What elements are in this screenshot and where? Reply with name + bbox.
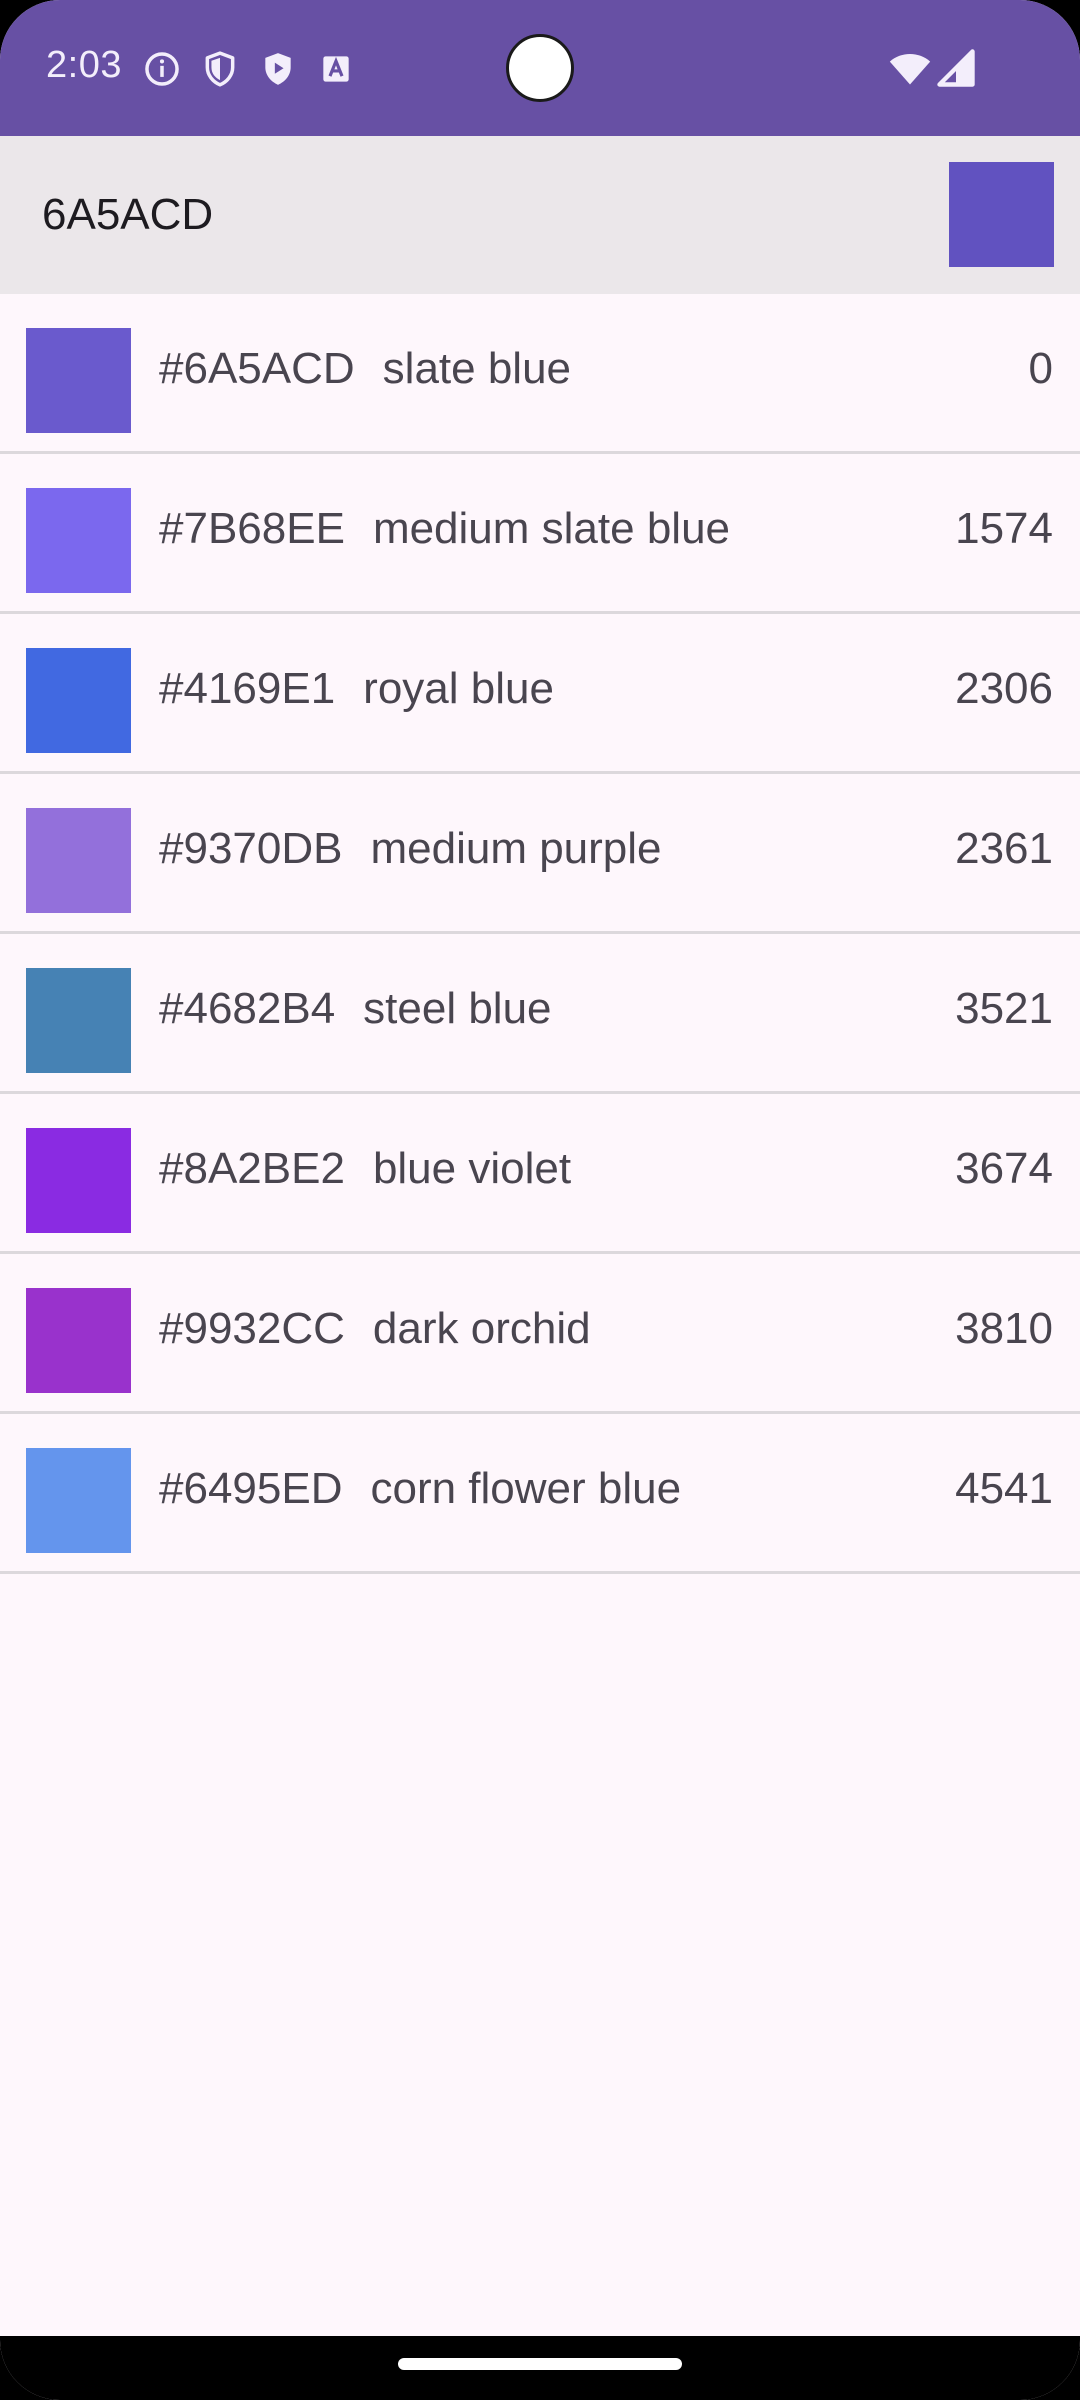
color-swatch [26,1448,131,1553]
color-label: #9370DB medium purple [159,824,662,874]
info-icon [145,52,179,86]
color-swatch [26,1288,131,1393]
hex-input-bar [0,136,1080,294]
status-time: 2:03 [46,44,122,86]
font-a-icon [323,56,349,82]
color-label: #6A5ACD slate blue [159,344,571,394]
color-name: slate blue [382,344,572,393]
color-label: #6495ED corn flower blue [159,1464,681,1514]
color-list-item[interactable]: #6A5ACD slate blue 0 [0,294,1080,454]
color-label: #4682B4 steel blue [159,984,552,1034]
color-hex: #4682B4 [159,984,336,1033]
color-name: steel blue [363,984,552,1033]
status-bar: 2:03 [0,0,1080,136]
color-hex: #9932CC [159,1304,345,1353]
color-distance: 3674 [955,1144,1053,1193]
color-name: corn flower blue [370,1464,682,1513]
color-distance: 3521 [955,984,1053,1033]
color-swatch [26,328,131,433]
color-hex: #6A5ACD [159,344,355,393]
color-list-item[interactable]: #6495ED corn flower blue 4541 [0,1414,1080,1574]
color-name: blue violet [372,1144,572,1193]
color-label: #4169E1 royal blue [159,664,554,714]
color-label: #7B68EE medium slate blue [159,504,730,554]
color-hex: #6495ED [159,1464,343,1513]
color-swatch [26,808,131,913]
color-hex: #9370DB [159,824,343,873]
color-swatch [26,488,131,593]
color-list-item[interactable]: #4169E1 royal blue 2306 [0,614,1080,774]
color-label: #8A2BE2 blue violet [159,1144,571,1194]
camera-cutout [506,34,574,102]
color-distance: 0 [1028,344,1053,393]
color-list-item[interactable]: #4682B4 steel blue 3521 [0,934,1080,1094]
color-swatch [26,1128,131,1233]
cell-signal-icon [937,49,975,87]
color-list-item[interactable]: #8A2BE2 blue violet 3674 [0,1094,1080,1254]
color-swatch [26,968,131,1073]
color-preview-swatch [949,162,1054,267]
color-name: dark orchid [372,1304,591,1353]
color-label: #9932CC dark orchid [159,1304,591,1354]
wifi-icon [889,54,931,85]
color-hex: #7B68EE [159,504,345,553]
color-distance: 2361 [955,824,1053,873]
app-screen: 2:03 6A5ACD #6A5ACD slate blue 0 #7B68EE… [0,0,1080,2400]
color-hex: #4169E1 [159,664,336,713]
shield-icon [205,51,235,87]
color-hex: #8A2BE2 [159,1144,345,1193]
color-swatch [26,648,131,753]
color-distance: 1574 [955,504,1053,553]
play-protect-icon [265,53,291,85]
color-distance: 4541 [955,1464,1053,1513]
color-list: #6A5ACD slate blue 0 #7B68EE medium slate bl… [0,294,1080,1574]
navigation-bar [0,2336,1080,2400]
color-name: royal blue [363,664,554,713]
color-list-item[interactable]: #7B68EE medium slate blue 1574 [0,454,1080,614]
color-list-item[interactable]: #9932CC dark orchid 3810 [0,1254,1080,1414]
color-name: medium purple [370,824,662,873]
color-name: medium slate blue [372,504,731,553]
color-list-item[interactable]: #9370DB medium purple 2361 [0,774,1080,934]
color-distance: 3810 [955,1304,1053,1353]
color-distance: 2306 [955,664,1053,713]
home-indicator[interactable] [398,2358,682,2370]
hex-color-input[interactable] [42,178,902,252]
